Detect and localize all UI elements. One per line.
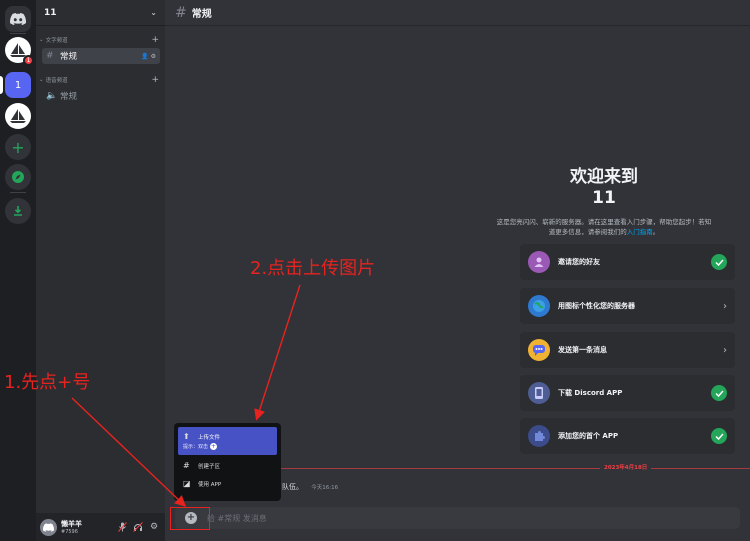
arrow-to-upload <box>254 284 301 421</box>
discord-window: 1 1 + 11 ⌄ ⌄ 文字频道 + # 常规 👤 ⚙ ⌄ 语音频道 + 🔈 … <box>0 0 750 541</box>
annotation-step-1: 1.先点+号 <box>4 372 91 393</box>
arrow-to-plus <box>71 397 187 507</box>
annotation-step-2: 2.点击上传图片 <box>250 258 376 279</box>
